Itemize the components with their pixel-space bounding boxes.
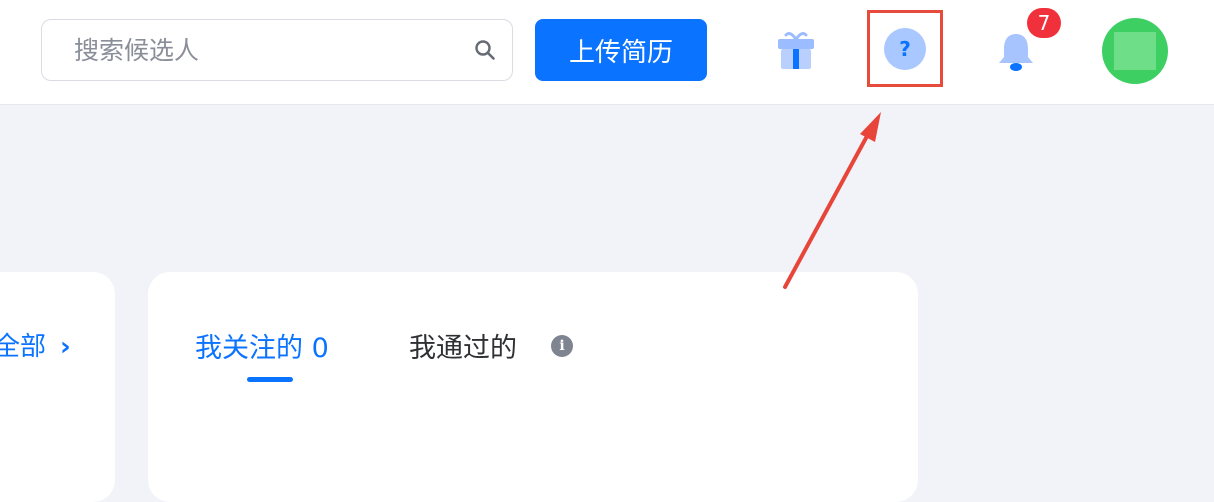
gift-icon[interactable]	[774, 29, 818, 73]
left-card	[0, 272, 115, 502]
view-all-label: 全部	[0, 332, 47, 362]
chevron-right-icon: ›	[60, 332, 71, 362]
upload-resume-button[interactable]: 上传简历	[535, 19, 707, 81]
tab-passed[interactable]: 我通过的	[409, 326, 517, 365]
active-tab-indicator	[247, 377, 293, 382]
avatar-image	[1114, 32, 1156, 70]
search-input[interactable]	[74, 30, 454, 70]
info-icon[interactable]: i	[551, 335, 573, 357]
help-icon[interactable]: ?	[884, 28, 926, 70]
search-icon[interactable]	[474, 39, 496, 61]
view-all-link[interactable]: 全部 ›	[0, 326, 71, 363]
top-bar: 上传简历 ? 7	[0, 0, 1214, 105]
candidate-card	[148, 272, 918, 502]
tab-followed[interactable]: 我关注的 0	[195, 326, 329, 365]
search-box[interactable]	[41, 19, 513, 81]
help-highlight-box: ?	[867, 10, 943, 87]
notification-badge: 7	[1027, 8, 1061, 38]
avatar[interactable]	[1102, 18, 1168, 84]
